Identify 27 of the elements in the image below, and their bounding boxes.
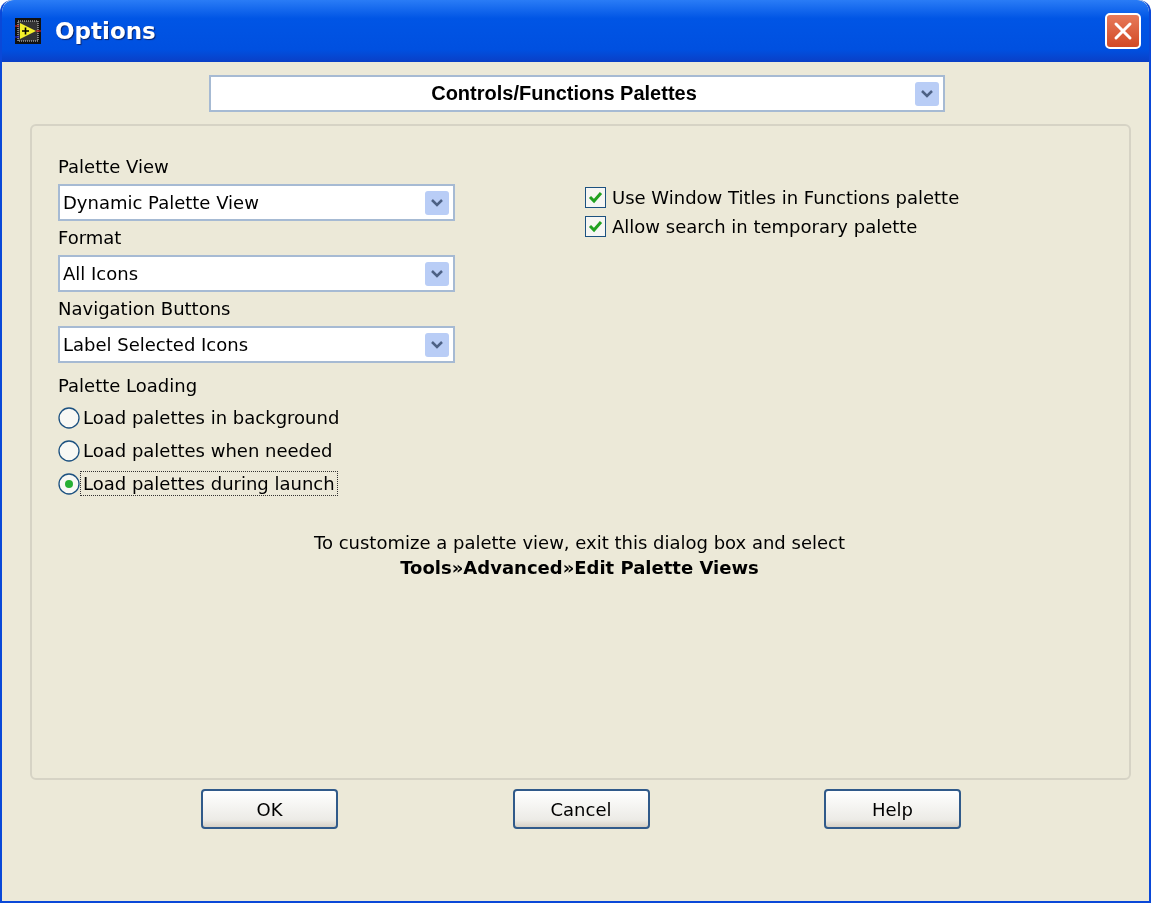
dropdown-field[interactable]: Dynamic Palette View bbox=[58, 184, 455, 221]
radio-button[interactable] bbox=[58, 406, 80, 429]
radio-button[interactable] bbox=[58, 439, 80, 462]
menu-path-text: Tools»Advanced»Edit Palette Views bbox=[400, 556, 759, 580]
field-label: Format bbox=[58, 226, 123, 250]
category-dropdown[interactable]: Controls/Functions Palettes bbox=[208, 75, 945, 112]
field-label: Navigation Buttons bbox=[58, 297, 232, 321]
radio-label[interactable]: Load palettes when needed bbox=[80, 438, 336, 463]
checkbox[interactable] bbox=[585, 187, 606, 208]
radio-label[interactable]: Load palettes during launch bbox=[80, 471, 338, 496]
close-button[interactable] bbox=[1105, 13, 1141, 49]
app-icon bbox=[15, 18, 41, 44]
field-label: Palette View bbox=[58, 155, 170, 179]
hint-text: To customize a palette view, exit this dialog box and select bbox=[314, 531, 845, 555]
dialog-button[interactable]: OK bbox=[201, 789, 338, 829]
group-label: Palette Loading bbox=[58, 374, 199, 398]
close-icon bbox=[1113, 21, 1133, 41]
radio-label[interactable]: Load palettes in background bbox=[80, 405, 343, 430]
checkbox-label[interactable]: Use Window Titles in Functions palette bbox=[612, 187, 960, 208]
dialog-button[interactable]: Help bbox=[824, 789, 961, 829]
dropdown-field[interactable]: Label Selected Icons bbox=[58, 326, 455, 363]
dropdown-field[interactable]: All Icons bbox=[58, 255, 455, 292]
checkbox-label[interactable]: Allow search in temporary palette bbox=[612, 216, 918, 237]
window-title: Options bbox=[55, 18, 157, 44]
radio-button[interactable] bbox=[58, 472, 80, 495]
checkbox[interactable] bbox=[585, 216, 606, 237]
dialog-button[interactable]: Cancel bbox=[512, 789, 650, 829]
